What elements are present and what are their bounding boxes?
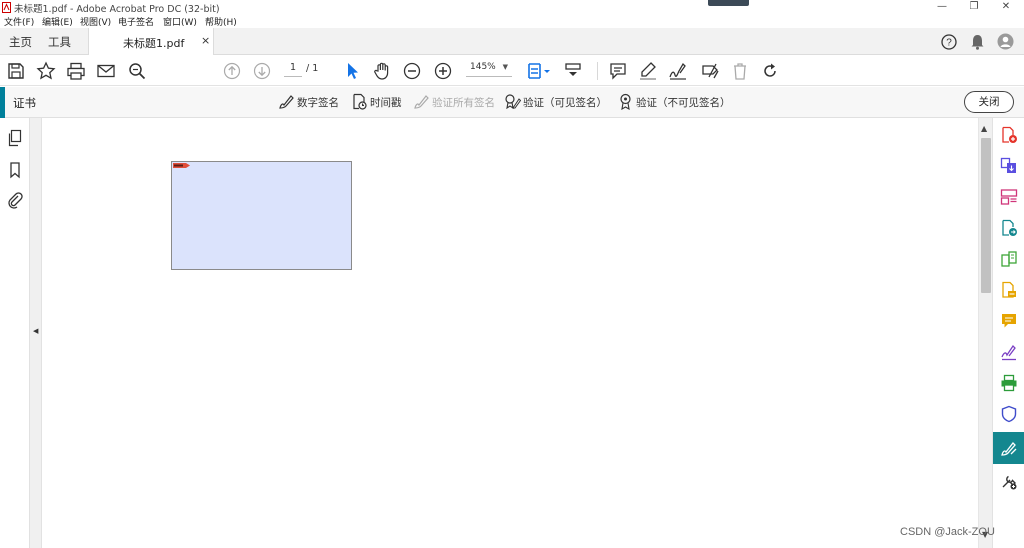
- close-window-button[interactable]: ✕: [994, 0, 1018, 15]
- delete-icon[interactable]: [730, 61, 750, 81]
- clock-document-icon: [353, 93, 367, 110]
- zoom-level-value: 145%: [470, 62, 496, 72]
- chevron-left-icon: ◀: [33, 327, 39, 335]
- menu-file[interactable]: 文件(F): [4, 15, 34, 28]
- page-total: / 1: [306, 63, 319, 74]
- select-cursor-icon[interactable]: [342, 61, 362, 81]
- chevron-down-icon: ▼: [502, 63, 508, 71]
- signature-field-marker-icon: [173, 163, 190, 168]
- signature-field[interactable]: [171, 161, 352, 270]
- bookmark-star-icon[interactable]: [36, 61, 56, 81]
- pen-sign-icon: [279, 95, 294, 109]
- restore-button[interactable]: ❐: [962, 0, 986, 15]
- print-icon[interactable]: [66, 61, 86, 81]
- document-canvas[interactable]: [42, 118, 978, 548]
- zoom-level-select[interactable]: 145% ▼: [466, 62, 512, 77]
- certificates-tool-active[interactable]: [993, 432, 1024, 464]
- scrollbar-thumb[interactable]: [981, 138, 991, 293]
- create-pdf-icon[interactable]: [1000, 126, 1018, 144]
- left-navigation-pane: [0, 118, 30, 548]
- edit-pdf-icon[interactable]: [1000, 250, 1018, 268]
- export-pdf-icon[interactable]: [1000, 219, 1018, 237]
- search-icon[interactable]: [127, 61, 147, 81]
- notification-bell-icon[interactable]: [970, 34, 985, 50]
- acrobat-window: 未标题1.pdf - Adobe Acrobat Pro DC (32-bit)…: [0, 0, 1024, 548]
- attachments-icon[interactable]: [6, 191, 24, 209]
- zoom-out-icon[interactable]: [402, 61, 422, 81]
- taskbar-thumbnail: [708, 0, 749, 6]
- more-tools-icon[interactable]: [1000, 472, 1018, 490]
- help-icon[interactable]: ?: [941, 34, 957, 50]
- menu-help[interactable]: 帮助(H): [205, 15, 237, 28]
- comment-tool-icon[interactable]: [1000, 312, 1018, 330]
- certificates-title: 证书: [13, 96, 36, 110]
- comment-icon[interactable]: [608, 61, 628, 81]
- nav-pane-collapse-handle[interactable]: ◀: [30, 118, 42, 548]
- rotate-icon[interactable]: [760, 61, 780, 81]
- prepare-form-icon[interactable]: [1000, 281, 1018, 299]
- tab-home[interactable]: 主页: [9, 34, 32, 50]
- fill-and-sign-icon[interactable]: [1000, 343, 1018, 361]
- sign-icon[interactable]: [668, 61, 688, 81]
- organize-pages-icon[interactable]: [1000, 188, 1018, 206]
- watermark-text: CSDN @Jack-ZOU: [900, 526, 995, 538]
- scroll-mode-icon[interactable]: [563, 61, 583, 81]
- validate-visible-icon: [505, 94, 521, 110]
- print-production-icon[interactable]: [1000, 374, 1018, 392]
- tab-bar: 主页 工具 未标题1.pdf × ?: [0, 28, 1024, 55]
- tab-document[interactable]: 未标题1.pdf ×: [88, 28, 214, 55]
- bookmarks-icon[interactable]: [6, 161, 24, 179]
- certificates-accent: [0, 87, 5, 118]
- close-tab-button[interactable]: ×: [201, 34, 210, 47]
- vertical-scrollbar[interactable]: ▲ ▼: [978, 118, 992, 548]
- toolbar-divider: [597, 62, 598, 80]
- svg-text:?: ?: [946, 38, 952, 49]
- ribbon-badge-icon: [620, 93, 631, 110]
- zoom-in-icon[interactable]: [433, 61, 453, 81]
- menu-view[interactable]: 视图(V): [80, 15, 111, 28]
- save-icon[interactable]: [6, 61, 26, 81]
- acrobat-app-icon: [2, 2, 11, 13]
- menu-bar: 文件(F) 编辑(E) 视图(V) 电子签名 窗口(W) 帮助(H): [0, 15, 1024, 28]
- hand-icon[interactable]: [372, 61, 392, 81]
- main-toolbar: 1 / 1 145% ▼: [0, 56, 1024, 86]
- fit-page-icon[interactable]: [526, 61, 552, 81]
- prev-page-icon[interactable]: [222, 61, 242, 81]
- document-tab-label: 未标题1.pdf: [123, 37, 185, 50]
- validate-pen-icon: [414, 95, 429, 109]
- combine-files-icon[interactable]: [1000, 157, 1018, 175]
- tab-tools[interactable]: 工具: [48, 34, 71, 50]
- highlight-icon[interactable]: [638, 61, 658, 81]
- minimize-button[interactable]: —: [930, 0, 954, 15]
- scroll-up-arrow-icon[interactable]: ▲: [981, 124, 987, 133]
- title-bar: 未标题1.pdf - Adobe Acrobat Pro DC (32-bit)…: [0, 0, 1024, 15]
- certificate-pen-icon: [1001, 442, 1017, 456]
- email-icon[interactable]: [96, 61, 116, 81]
- page-thumbnails-icon[interactable]: [6, 129, 24, 147]
- menu-esign[interactable]: 电子签名: [118, 15, 154, 28]
- next-page-icon[interactable]: [252, 61, 272, 81]
- menu-window[interactable]: 窗口(W): [163, 15, 197, 28]
- window-title: 未标题1.pdf - Adobe Acrobat Pro DC (32-bit): [14, 4, 220, 15]
- account-avatar-icon[interactable]: [997, 33, 1014, 50]
- close-certificates-button[interactable]: 关闭: [964, 91, 1014, 113]
- protect-shield-icon[interactable]: [1000, 405, 1018, 423]
- right-tools-pane: [992, 118, 1024, 548]
- page-number-input[interactable]: 1: [284, 62, 302, 77]
- certificates-toolbar: 证书 数字签名 时间戳 验证所有签名 验证（可见签名） 验证（不可见签名） 关闭: [0, 87, 1024, 118]
- menu-edit[interactable]: 编辑(E): [42, 15, 73, 28]
- fill-sign-icon[interactable]: [700, 61, 720, 81]
